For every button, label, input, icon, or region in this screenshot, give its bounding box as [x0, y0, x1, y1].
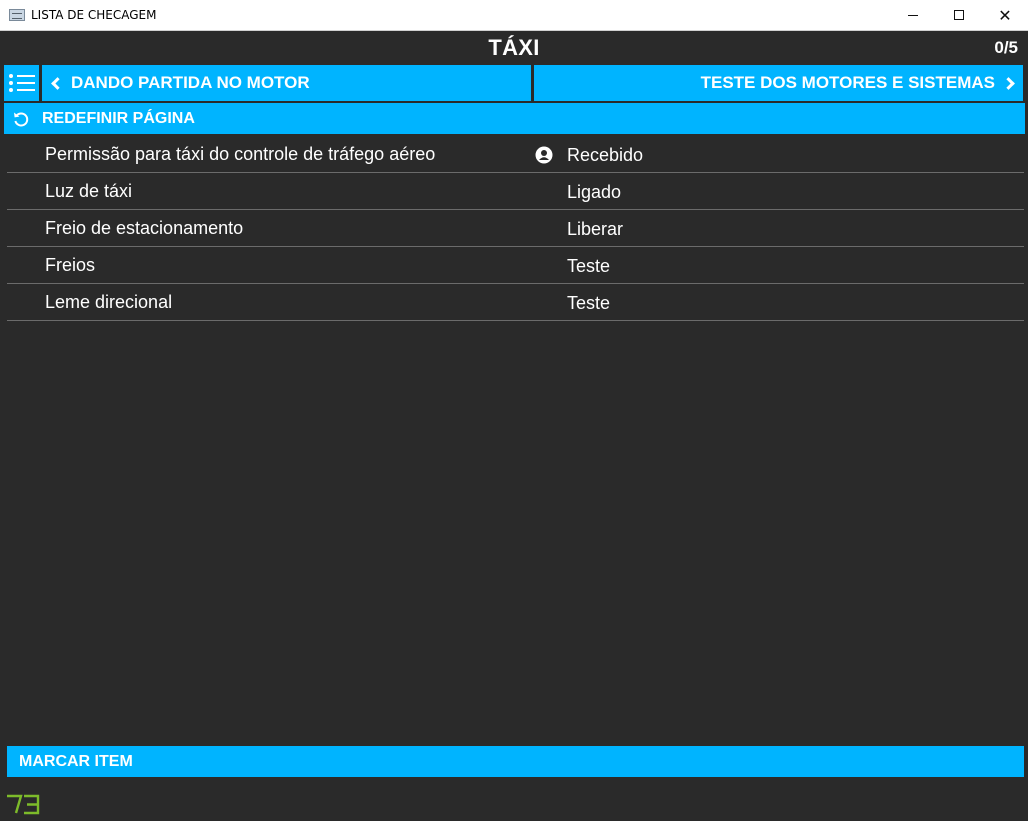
next-page-button[interactable]: TESTE DOS MOTORES E SISTEMAS: [534, 65, 1023, 101]
checklist-item-value: Ligado: [567, 182, 622, 202]
previous-page-button[interactable]: DANDO PARTIDA NO MOTOR: [42, 65, 531, 101]
checklist-item[interactable]: Permissão para táxi do controle de tráfe…: [7, 136, 1024, 173]
mark-item-button[interactable]: MARCAR ITEM: [7, 746, 1024, 777]
reset-page-label: REDEFINIR PÁGINA: [42, 109, 195, 127]
checklist-item-label: Freio de estacionamento: [45, 218, 244, 238]
minimize-button[interactable]: [890, 0, 936, 31]
minimize-icon: [908, 14, 918, 16]
checklist-app-icon: [9, 9, 25, 21]
list-icon: [8, 73, 35, 93]
checklist-item-label: Leme direcional: [45, 292, 173, 312]
checklist-item-value: Teste: [567, 293, 611, 313]
maximize-button[interactable]: [936, 0, 982, 31]
menu-button[interactable]: [4, 65, 39, 101]
user-icon: [535, 146, 553, 164]
chevron-right-icon: [1002, 76, 1015, 90]
window-controls: ✕: [890, 0, 1028, 31]
window-titlebar: LISTA DE CHECAGEM ✕: [0, 0, 1028, 31]
checklist-item[interactable]: Freios Teste: [7, 247, 1024, 284]
checklist-item[interactable]: Freio de estacionamento Liberar: [7, 210, 1024, 247]
reset-icon: [14, 112, 29, 126]
close-icon: ✕: [998, 5, 1012, 25]
page-counter: 0/5: [994, 38, 1018, 57]
mark-item-label: MARCAR ITEM: [19, 752, 133, 770]
maximize-icon: [954, 10, 964, 20]
checklist-item-value: Recebido: [567, 145, 644, 165]
window-title: LISTA DE CHECAGEM: [31, 8, 157, 22]
page-title: TÁXI: [488, 35, 540, 60]
brand-logo: [7, 794, 40, 815]
checklist-item-label: Freios: [45, 255, 96, 275]
checklist-app: TÁXI 0/5 DANDO PARTIDA NO MOTOR TESTE DO…: [1, 32, 1027, 820]
next-page-label: TESTE DOS MOTORES E SISTEMAS: [700, 73, 995, 92]
checklist-item-label: Permissão para táxi do controle de tráfe…: [45, 144, 436, 164]
checklist-item-value: Teste: [567, 256, 611, 276]
close-button[interactable]: ✕: [982, 0, 1028, 31]
previous-page-label: DANDO PARTIDA NO MOTOR: [71, 73, 310, 92]
reset-page-button[interactable]: REDEFINIR PÁGINA: [4, 103, 1025, 134]
checklist-item[interactable]: Luz de táxi Ligado: [7, 173, 1024, 210]
checklist: Permissão para táxi do controle de tráfe…: [7, 136, 1024, 321]
checklist-item[interactable]: Leme direcional Teste: [7, 284, 1024, 321]
checklist-item-value: Liberar: [567, 219, 624, 239]
navigation-row: DANDO PARTIDA NO MOTOR TESTE DOS MOTORES…: [4, 65, 1023, 101]
checklist-item-label: Luz de táxi: [45, 181, 133, 201]
chevron-left-icon: [51, 76, 64, 90]
page-header: TÁXI 0/5: [1, 32, 1027, 64]
